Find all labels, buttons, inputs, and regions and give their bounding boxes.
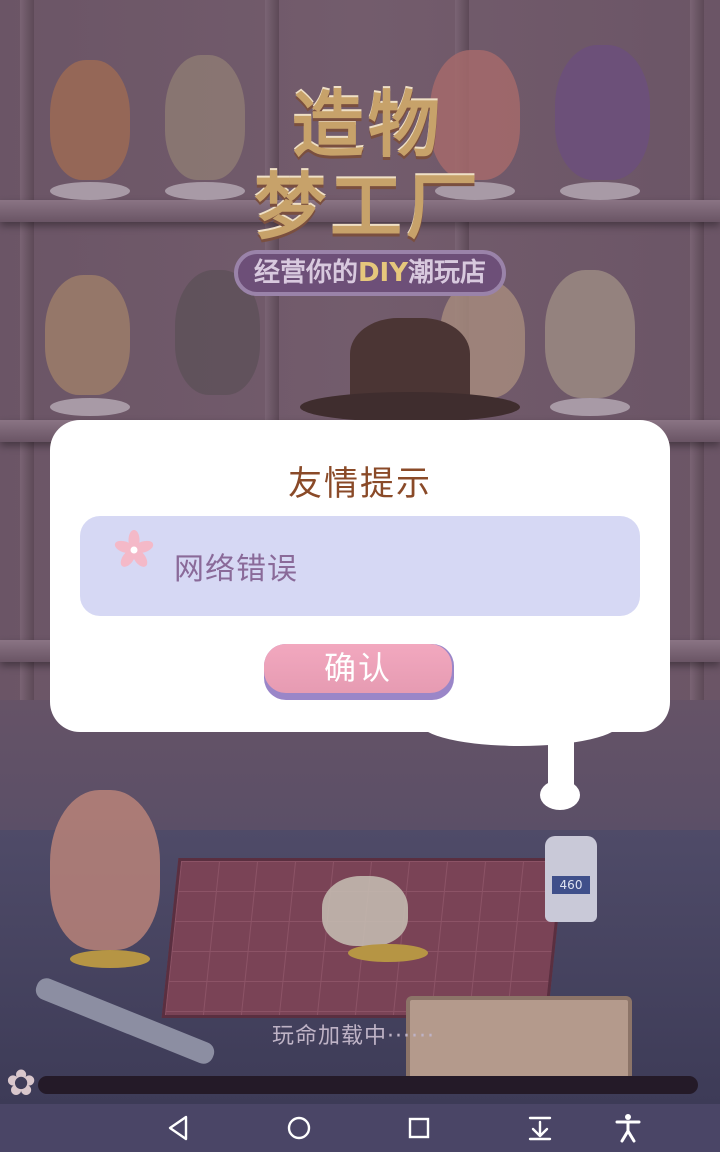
toy-figure bbox=[555, 45, 650, 180]
logo-title-line2: 梦工厂 bbox=[253, 165, 482, 249]
dialog-title: 友情提示 bbox=[288, 464, 432, 504]
figure-base bbox=[50, 398, 130, 416]
logo-subtitle-accent: DIY bbox=[357, 258, 409, 288]
home-icon[interactable] bbox=[281, 1112, 317, 1144]
confirm-button-label: 确认 bbox=[264, 644, 452, 693]
figure-base bbox=[50, 182, 130, 200]
figure-base bbox=[348, 944, 428, 962]
figure-base bbox=[550, 398, 630, 416]
error-message: 网络错误 bbox=[174, 552, 298, 587]
top-hat-brim bbox=[300, 392, 520, 422]
logo-subtitle-suffix: 潮玩店 bbox=[408, 258, 487, 288]
confirm-button[interactable]: 确认 bbox=[264, 644, 454, 700]
cat-figure bbox=[322, 876, 408, 946]
game-logo: 造物 梦工厂 经营你的DIY潮玩店 bbox=[218, 64, 508, 314]
figure-base bbox=[70, 950, 150, 968]
download-icon[interactable] bbox=[522, 1112, 558, 1144]
recents-icon[interactable] bbox=[401, 1112, 437, 1144]
logo-title-line1: 造物 bbox=[291, 83, 444, 167]
loading-progress-bar bbox=[38, 1076, 698, 1094]
logo-subtitle-prefix: 经营你的 bbox=[253, 258, 358, 288]
clown-figure bbox=[50, 790, 160, 950]
logo-title: 造物 梦工厂 bbox=[238, 84, 498, 248]
loading-text: 玩命加载中······ bbox=[272, 1024, 435, 1049]
shelf-post bbox=[20, 0, 34, 700]
figure-base bbox=[560, 182, 640, 200]
glue-bottle-label: 460 bbox=[552, 876, 590, 894]
accessibility-icon[interactable] bbox=[610, 1112, 646, 1144]
tip-dialog: 友情提示 网络错误 确认 bbox=[50, 420, 670, 732]
toy-figure bbox=[545, 270, 635, 398]
shelf-post bbox=[690, 0, 704, 700]
dialog-drip bbox=[540, 780, 580, 810]
back-icon[interactable] bbox=[160, 1112, 196, 1144]
system-navigation-bar bbox=[0, 1104, 720, 1152]
toy-figure bbox=[50, 60, 130, 180]
logo-subtitle: 经营你的DIY潮玩店 bbox=[234, 250, 506, 296]
message-box: 网络错误 bbox=[80, 516, 640, 616]
pink-flower-icon bbox=[112, 528, 156, 572]
toy-figure bbox=[45, 275, 130, 395]
flower-progress-icon: ✿ bbox=[6, 1063, 37, 1104]
